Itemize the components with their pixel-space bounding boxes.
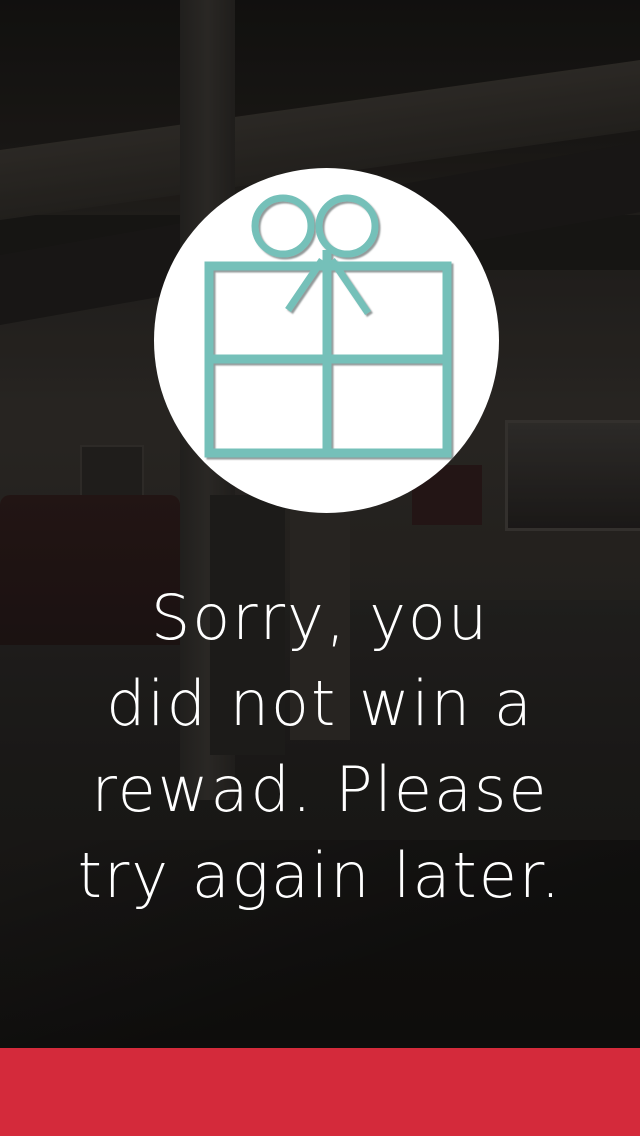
no-reward-message: Sorry, you did not win a rewad. Please t… [40,575,600,919]
message-line-1: Sorry, you [150,581,490,654]
message-line-3: rewad. Please [91,753,549,826]
no-reward-screen: Sorry, you did not win a rewad. Please t… [0,0,640,1136]
gift-icon [204,194,452,458]
bottom-action-bar[interactable] [0,1048,640,1136]
message-line-4: try again later. [77,839,563,912]
message-line-2: did not win a [106,667,534,740]
gift-badge [154,168,499,513]
